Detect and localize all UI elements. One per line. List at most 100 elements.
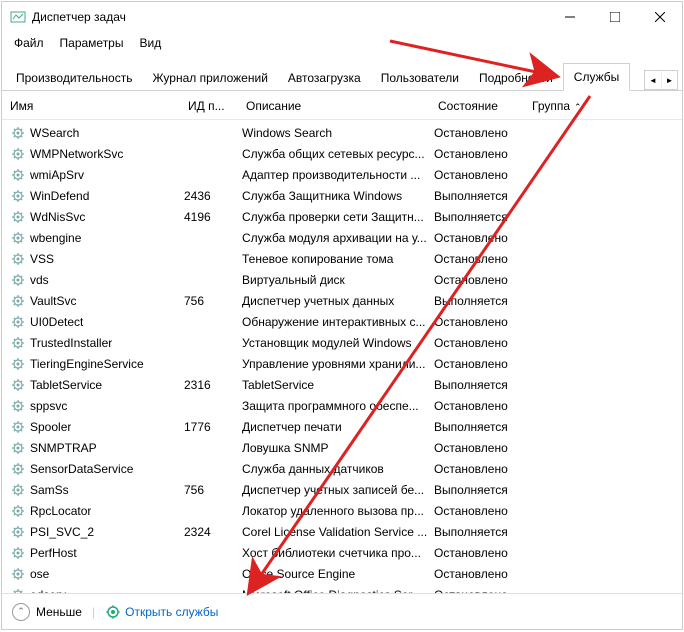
table-row[interactable]: vdsВиртуальный дискОстановлено — [10, 269, 682, 290]
maximize-button[interactable] — [592, 2, 637, 32]
table-row[interactable]: WSearch Windows SearchОстановлено — [10, 122, 682, 143]
gear-icon — [10, 272, 26, 288]
table-row[interactable]: VSSТеневое копирование томаОстановлено — [10, 248, 682, 269]
table-row[interactable]: WdNisSvc4196Служба проверки сети Защитн.… — [10, 206, 682, 227]
services-icon — [105, 604, 121, 620]
header-group[interactable]: Группа⌃ — [532, 99, 612, 113]
header-desc[interactable]: Описание — [246, 99, 438, 113]
service-state: Выполняется — [434, 525, 528, 539]
service-state: Выполняется — [434, 210, 528, 224]
service-desc: Локатор удаленного вызова пр... — [242, 504, 434, 518]
header-pid[interactable]: ИД п... — [188, 99, 246, 113]
collapse-icon[interactable]: ⌃ — [12, 603, 30, 621]
service-name: UI0Detect — [30, 315, 83, 329]
service-pid: 756 — [184, 294, 242, 308]
service-state: Остановлено — [434, 567, 528, 581]
table-row[interactable]: Spooler1776Диспетчер печатиВыполняется — [10, 416, 682, 437]
service-desc: Управление уровнями хранили... — [242, 357, 434, 371]
titlebar: Диспетчер задач — [2, 2, 682, 32]
gear-icon — [10, 146, 26, 162]
service-name: SensorDataService — [30, 462, 133, 476]
service-state: Остановлено — [434, 168, 528, 182]
table-row[interactable]: SensorDataServiceСлужба данных датчиковО… — [10, 458, 682, 479]
service-desc: Windows Search — [242, 126, 434, 140]
service-desc: Служба данных датчиков — [242, 462, 434, 476]
table-row[interactable]: WMPNetworkSvcСлужба общих сетевых ресурс… — [10, 143, 682, 164]
tabs-bar: Производительность Журнал приложений Авт… — [2, 54, 682, 91]
table-row[interactable]: wmiApSrvАдаптер производительности ...Ос… — [10, 164, 682, 185]
gear-icon — [10, 356, 26, 372]
service-state: Выполняется — [434, 378, 528, 392]
service-desc: Служба проверки сети Защитн... — [242, 210, 434, 224]
services-list[interactable]: WSearchWindows SearchОстановленоWMPNetwo… — [2, 120, 682, 593]
gear-icon — [10, 293, 26, 309]
service-desc: Диспетчер печати — [242, 420, 434, 434]
tab-app-history[interactable]: Журнал приложений — [142, 65, 277, 91]
table-row[interactable]: PerfHostХост библиотеки счетчика про...О… — [10, 542, 682, 563]
gear-icon — [10, 398, 26, 414]
service-name: SNMPTRAP — [30, 441, 97, 455]
service-state: Остановлено — [434, 336, 528, 350]
service-name: PSI_SVC_2 — [30, 525, 94, 539]
service-name: vds — [30, 273, 49, 287]
table-row[interactable]: UI0DetectОбнаружение интерактивных с...О… — [10, 311, 682, 332]
table-row[interactable]: RpcLocatorЛокатор удаленного вызова пр..… — [10, 500, 682, 521]
service-name: WMPNetworkSvc — [30, 147, 123, 161]
service-name: WSearch — [30, 126, 79, 140]
table-row[interactable]: TrustedInstallerУстановщик модулей Windo… — [10, 332, 682, 353]
table-row[interactable]: oseOffice Source EngineОстановлено — [10, 563, 682, 584]
tab-nav-left[interactable]: ◄ — [645, 71, 661, 89]
service-desc: Служба Защитника Windows — [242, 189, 434, 203]
tab-nav-right[interactable]: ► — [661, 71, 677, 89]
open-services-link[interactable]: Открыть службы — [105, 604, 218, 620]
tab-services[interactable]: Службы — [563, 63, 630, 91]
table-row[interactable]: SamSs756Диспетчер учетных записей бе...В… — [10, 479, 682, 500]
service-name: sppsvc — [30, 399, 67, 413]
service-desc: Служба модуля архивации на у... — [242, 231, 434, 245]
gear-icon — [10, 419, 26, 435]
service-desc: Адаптер производительности ... — [242, 168, 434, 182]
tab-users[interactable]: Пользователи — [371, 65, 469, 91]
minimize-button[interactable] — [547, 2, 592, 32]
service-pid: 2436 — [184, 189, 242, 203]
service-desc: Установщик модулей Windows — [242, 336, 434, 350]
service-name: VaultSvc — [30, 294, 76, 308]
table-row[interactable]: SNMPTRAPЛовушка SNMPОстановлено — [10, 437, 682, 458]
service-name: PerfHost — [30, 546, 77, 560]
service-state: Выполняется — [434, 420, 528, 434]
gear-icon — [10, 482, 26, 498]
tab-startup[interactable]: Автозагрузка — [278, 65, 371, 91]
service-name: Spooler — [30, 420, 71, 434]
service-state: Остановлено — [434, 126, 528, 140]
service-state: Выполняется — [434, 483, 528, 497]
menu-view[interactable]: Вид — [131, 34, 169, 52]
menu-file[interactable]: Файл — [6, 34, 52, 52]
service-name: WinDefend — [30, 189, 89, 203]
service-state: Остановлено — [434, 252, 528, 266]
service-desc: Office Source Engine — [242, 567, 434, 581]
gear-icon — [10, 524, 26, 540]
tab-nav: ◄ ► — [644, 70, 678, 90]
table-row[interactable]: sppsvcЗащита программного обеспе...Остан… — [10, 395, 682, 416]
service-desc: Виртуальный диск — [242, 273, 434, 287]
tab-details[interactable]: Подробности — [469, 65, 563, 91]
table-row[interactable]: wbengineСлужба модуля архивации на у...О… — [10, 227, 682, 248]
header-state[interactable]: Состояние — [438, 99, 532, 113]
gear-icon — [10, 335, 26, 351]
table-row[interactable]: TieringEngineService Управление уровнями … — [10, 353, 682, 374]
fewer-details-button[interactable]: Меньше — [36, 605, 82, 619]
close-button[interactable] — [637, 2, 682, 32]
service-name: TieringEngineService — [30, 357, 144, 371]
table-row[interactable]: WinDefend 2436Служба Защитника WindowsВып… — [10, 185, 682, 206]
tab-performance[interactable]: Производительность — [6, 65, 142, 91]
menu-options[interactable]: Параметры — [52, 34, 132, 52]
table-row[interactable]: PSI_SVC_22324Corel License Validation Se… — [10, 521, 682, 542]
service-state: Выполняется — [434, 189, 528, 203]
header-name[interactable]: Имя — [10, 99, 188, 113]
gear-icon — [10, 566, 26, 582]
table-row[interactable]: odservMicrosoft Office Diagnostics Ser..… — [10, 584, 682, 593]
table-row[interactable]: VaultSvc756Диспетчер учетных данныхВыпол… — [10, 290, 682, 311]
service-name: WdNisSvc — [30, 210, 85, 224]
gear-icon — [10, 503, 26, 519]
table-row[interactable]: TabletService2316TabletServiceВыполняетс… — [10, 374, 682, 395]
